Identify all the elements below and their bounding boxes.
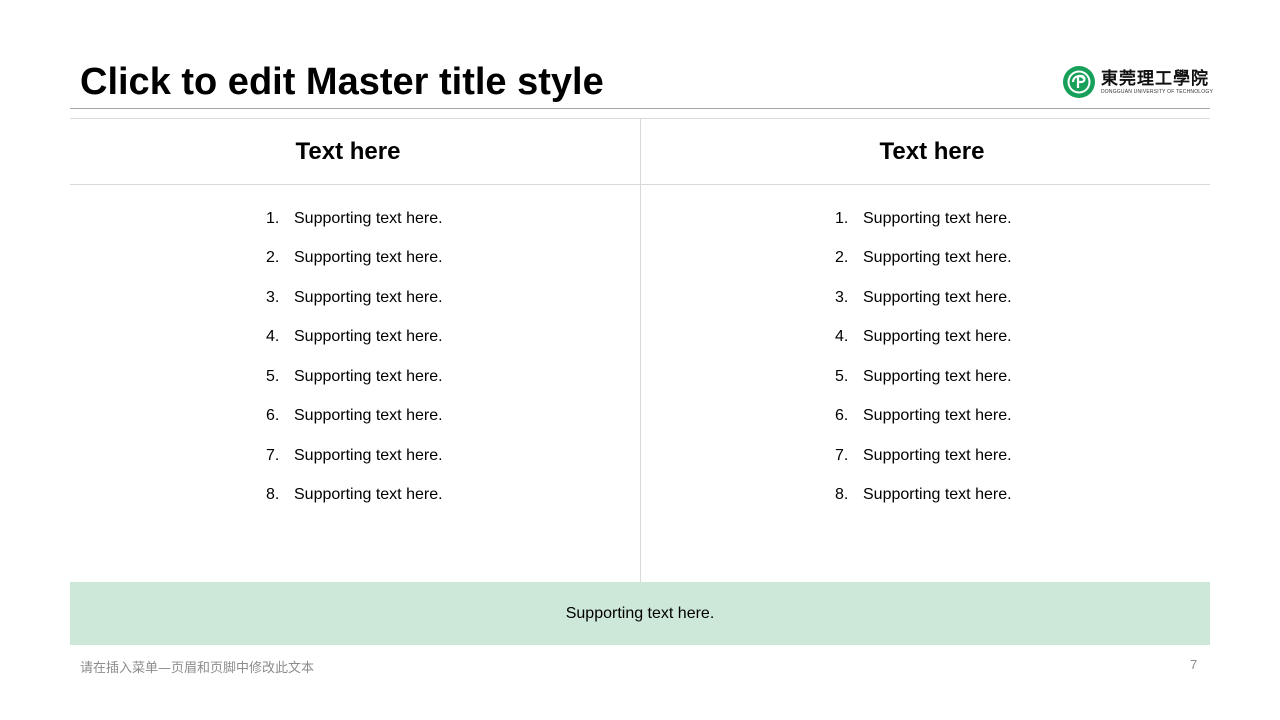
list-item[interactable]: 5. Supporting text here. — [835, 357, 1012, 397]
list-item[interactable]: 2. Supporting text here. — [835, 239, 1012, 279]
list-item[interactable]: 5. Supporting text here. — [266, 357, 443, 397]
list-item-number: 4. — [266, 328, 280, 346]
slide-title[interactable]: Click to edit Master title style — [80, 60, 604, 104]
list-item-number: 7. — [835, 446, 849, 464]
list-item[interactable]: 3. Supporting text here. — [266, 278, 443, 318]
title-divider — [70, 108, 1210, 109]
summary-band-text: Supporting text here. — [565, 604, 715, 622]
list-item-text: Supporting text here. — [294, 249, 443, 267]
list-item[interactable]: 8. Supporting text here. — [835, 476, 1012, 516]
list-item-text: Supporting text here. — [863, 249, 1012, 267]
list-item-text: Supporting text here. — [294, 407, 443, 425]
list-item[interactable]: 3. Supporting text here. — [835, 278, 1012, 318]
university-logo: 東莞理工學院 DONGGUAN UNIVERSITY OF TECHNOLOGY — [1062, 64, 1213, 100]
list-item-number: 2. — [266, 249, 280, 267]
list-item[interactable]: 2. Supporting text here. — [266, 239, 443, 279]
list-item[interactable]: 7. Supporting text here. — [835, 436, 1012, 476]
list-item-text: Supporting text here. — [863, 328, 1012, 346]
list-item-text: Supporting text here. — [863, 446, 1012, 464]
list-item-number: 5. — [266, 367, 280, 385]
list-item-number: 3. — [835, 288, 849, 306]
list-item-text: Supporting text here. — [863, 486, 1012, 504]
list-item[interactable]: 4. Supporting text here. — [266, 318, 443, 358]
list-item[interactable]: 6. Supporting text here. — [266, 397, 443, 437]
logo-text: 東莞理工學院 DONGGUAN UNIVERSITY OF TECHNOLOGY — [1101, 69, 1213, 96]
list-item[interactable]: 6. Supporting text here. — [835, 397, 1012, 437]
list-item-text: Supporting text here. — [294, 367, 443, 385]
list-item-number: 5. — [835, 367, 849, 385]
list-item-number: 4. — [835, 328, 849, 346]
column-header-right[interactable]: Text here — [647, 119, 1217, 184]
list-item[interactable]: 1. Supporting text here. — [266, 199, 443, 239]
numbered-list-right[interactable]: 1. Supporting text here. 2. Supporting tex… — [835, 199, 1012, 515]
list-item-text: Supporting text here. — [294, 209, 443, 227]
university-seal-icon — [1063, 66, 1095, 98]
footer-text: 请在插入菜单—页眉和页脚中修改此文本 — [80, 661, 315, 676]
list-item-text: Supporting text here. — [294, 328, 443, 346]
list-item-text: Supporting text here. — [294, 486, 443, 504]
list-item-number: 8. — [266, 486, 280, 504]
list-item-number: 7. — [266, 446, 280, 464]
list-item-number: 1. — [835, 209, 849, 227]
list-item-text: Supporting text here. — [863, 407, 1012, 425]
column-divider — [640, 119, 641, 582]
logo-english-name: DONGGUAN UNIVERSITY OF TECHNOLOGY — [1101, 88, 1213, 95]
list-item-number: 3. — [266, 288, 280, 306]
numbered-list-left[interactable]: 1. Supporting text here. 2. Supporting tex… — [266, 199, 443, 515]
list-item-text: Supporting text here. — [294, 288, 443, 306]
list-item-text: Supporting text here. — [863, 367, 1012, 385]
list-item[interactable]: 4. Supporting text here. — [835, 318, 1012, 358]
list-item-number: 2. — [835, 249, 849, 267]
list-item-number: 8. — [835, 486, 849, 504]
list-item-text: Supporting text here. — [863, 288, 1012, 306]
list-item-number: 1. — [266, 209, 280, 227]
list-item[interactable]: 7. Supporting text here. — [266, 436, 443, 476]
column-header-left[interactable]: Text here — [63, 119, 633, 184]
summary-band[interactable]: Supporting text here. — [70, 582, 1210, 645]
list-item-number: 6. — [266, 407, 280, 425]
list-item[interactable]: 1. Supporting text here. — [835, 199, 1012, 239]
list-item-text: Supporting text here. — [294, 446, 443, 464]
page-number: 7 — [1190, 657, 1198, 672]
logo-chinese-name: 東莞理工學院 — [1101, 68, 1209, 89]
list-item[interactable]: 8. Supporting text here. — [266, 476, 443, 516]
list-item-number: 6. — [835, 407, 849, 425]
list-item-text: Supporting text here. — [863, 209, 1012, 227]
